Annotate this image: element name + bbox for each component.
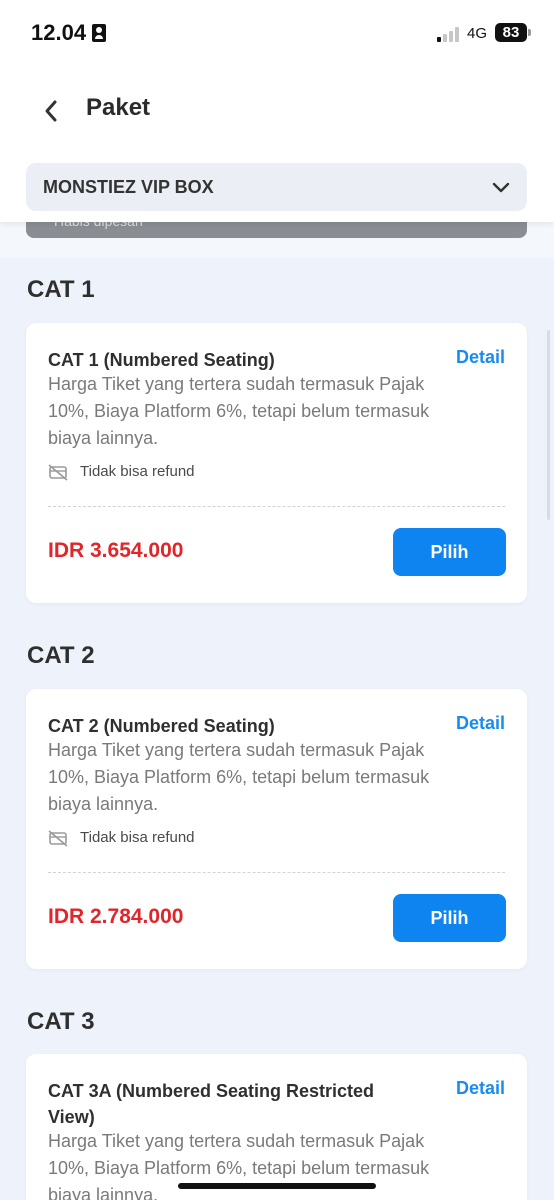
status-bar: 12.04 4G 83 xyxy=(0,0,554,70)
section-title: CAT 1 xyxy=(27,276,95,303)
section-title: CAT 2 xyxy=(27,642,95,669)
section-cat-2: CAT 2 CAT 2 (Numbered Seating) Detail Ha… xyxy=(0,624,554,990)
ticket-description: Harga Tiket yang tertera sudah termasuk … xyxy=(48,1131,430,1200)
select-button[interactable]: Pilih xyxy=(393,894,506,942)
divider xyxy=(48,872,505,873)
ticket-name: CAT 2 (Numbered Seating) xyxy=(48,716,275,736)
detail-link[interactable]: Detail xyxy=(456,347,505,368)
app-header: Paket xyxy=(0,70,554,152)
network-type: 4G xyxy=(467,25,488,42)
ticket-description: Harga Tiket yang tertera sudah termasuk … xyxy=(48,740,430,814)
ticket-card: CAT 1 (Numbered Seating) Detail Harga Ti… xyxy=(26,323,527,603)
home-indicator[interactable] xyxy=(178,1183,376,1189)
page-title: Paket xyxy=(86,94,151,121)
section-title: CAT 3 xyxy=(27,1008,95,1035)
refund-text: Tidak bisa refund xyxy=(80,463,195,480)
chevron-down-icon xyxy=(491,177,511,197)
package-dropdown-value: MONSTIEZ VIP BOX xyxy=(43,177,214,197)
ticket-name: CAT 3A (Numbered Seating Restricted View… xyxy=(48,1081,375,1127)
refund-text: Tidak bisa refund xyxy=(80,829,195,846)
ticket-description: Harga Tiket yang tertera sudah termasuk … xyxy=(48,374,430,448)
detail-link[interactable]: Detail xyxy=(456,1078,505,1099)
battery-icon: 83 xyxy=(495,23,527,42)
ticket-card: CAT 2 (Numbered Seating) Detail Harga Ti… xyxy=(26,689,527,969)
ticket-name: CAT 1 (Numbered Seating) xyxy=(48,350,275,370)
status-time: 12.04 xyxy=(31,20,87,45)
contact-card-icon xyxy=(92,24,106,42)
package-selector-bar: MONSTIEZ VIP BOX xyxy=(0,152,554,222)
no-refund-icon xyxy=(48,463,68,481)
battery-tip xyxy=(528,29,531,36)
ticket-card: CAT 3A (Numbered Seating Restricted View… xyxy=(26,1054,527,1200)
scrollbar[interactable] xyxy=(547,330,550,520)
divider xyxy=(48,506,505,507)
ticket-price: IDR 3.654.000 xyxy=(48,539,184,562)
ticket-price: IDR 2.784.000 xyxy=(48,905,184,928)
back-arrow-icon[interactable] xyxy=(38,96,68,126)
no-refund-icon xyxy=(48,829,68,847)
detail-link[interactable]: Detail xyxy=(456,713,505,734)
cellular-signal-icon xyxy=(437,26,463,42)
section-cat-1: CAT 1 CAT 1 (Numbered Seating) Detail Ha… xyxy=(0,258,554,624)
select-button[interactable]: Pilih xyxy=(393,528,506,576)
package-dropdown[interactable]: MONSTIEZ VIP BOX xyxy=(26,163,527,211)
section-cat-3: CAT 3 CAT 3A (Numbered Seating Restricte… xyxy=(0,990,554,1200)
